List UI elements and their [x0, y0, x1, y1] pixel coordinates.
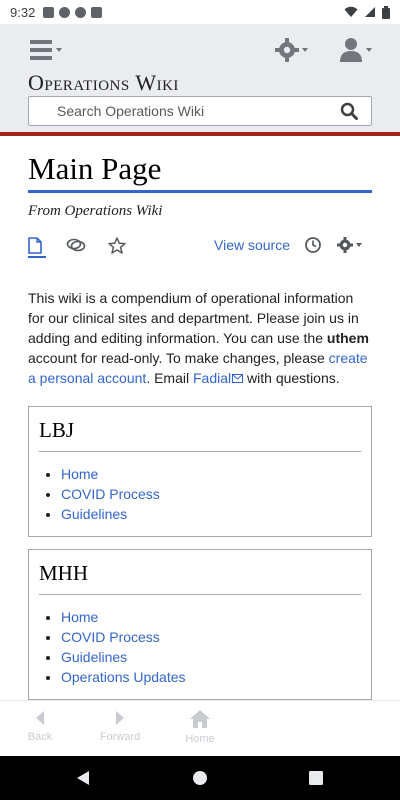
signal-icon: [365, 7, 375, 17]
notification-c-icon: [75, 6, 87, 18]
status-right-icons: [344, 5, 390, 19]
app-header: Operations Wiki: [0, 24, 400, 132]
header-tools: [28, 36, 372, 64]
email-link-label: Fadial: [193, 370, 232, 386]
mhh-operations-updates-link[interactable]: Operations Updates: [61, 669, 186, 685]
sd-card-icon: [91, 6, 103, 18]
list-item: Guidelines: [61, 647, 361, 667]
system-nav-bar: [0, 756, 400, 800]
list-item: Guidelines: [61, 504, 361, 524]
list-item: Operations Updates: [61, 667, 361, 687]
email-fadial-link[interactable]: Fadial: [193, 370, 244, 386]
mhh-covid-process-link[interactable]: COVID Process: [61, 629, 160, 645]
list-item: Home: [61, 464, 361, 484]
settings-icon[interactable]: [274, 36, 310, 64]
home-icon: [190, 710, 210, 728]
search-icon: [340, 102, 358, 120]
wifi-icon: [344, 6, 358, 17]
browser-toolbar: Back Forward Home: [0, 700, 400, 756]
system-back-icon[interactable]: [74, 768, 94, 788]
mhh-home-link[interactable]: Home: [61, 609, 98, 625]
gear-icon: [337, 237, 362, 253]
home-label: Home: [185, 733, 215, 745]
site-link-list: Home COVID Process Guidelines: [39, 464, 361, 524]
envelope-icon: [232, 374, 244, 383]
system-home-icon[interactable]: [190, 768, 210, 788]
site-box-title: LBJ: [39, 417, 361, 452]
notification-a-icon: [43, 6, 55, 18]
page-content: Main Page From Operations Wiki View sour…: [28, 152, 372, 700]
page-subtitle: From Operations Wiki: [28, 203, 163, 219]
history-button[interactable]: [304, 234, 322, 256]
lbj-guidelines-link[interactable]: Guidelines: [61, 506, 127, 522]
lbj-covid-process-link[interactable]: COVID Process: [61, 486, 160, 502]
talk-icon: [66, 238, 86, 252]
site-box-title: MHH: [39, 560, 361, 595]
forward-arrow-icon: [116, 711, 124, 725]
status-bar: 9:32: [0, 0, 400, 24]
search-input[interactable]: [29, 97, 327, 125]
home-button[interactable]: Home: [170, 709, 230, 745]
star-icon: [108, 236, 126, 254]
site-box-lbj: LBJ Home COVID Process Guidelines: [28, 406, 372, 537]
header-accent-rule: [0, 132, 400, 136]
search-button[interactable]: [327, 97, 371, 125]
page-tab[interactable]: [28, 234, 46, 258]
page-actions: View source: [28, 234, 372, 262]
forward-button[interactable]: Forward: [90, 709, 150, 743]
wiki-logo-title[interactable]: Operations Wiki: [28, 70, 179, 96]
site-box-mhh: MHH Home COVID Process Guidelines Operat…: [28, 549, 372, 700]
lbj-home-link[interactable]: Home: [61, 466, 98, 482]
clock-icon: [305, 237, 321, 253]
page-title: Main Page: [28, 152, 372, 193]
list-item: Home: [61, 607, 361, 627]
page-icon: [28, 236, 42, 254]
back-label: Back: [27, 731, 53, 743]
intro-text: account for read-only. To make changes, …: [28, 350, 329, 366]
read-only-username: uthem: [326, 330, 369, 346]
search-box[interactable]: [28, 96, 372, 126]
intro-paragraph: This wiki is a compendium of operational…: [28, 288, 372, 388]
back-button[interactable]: Back: [10, 709, 70, 743]
view-source-link[interactable]: View source: [214, 234, 290, 256]
battery-icon: [382, 5, 390, 19]
intro-text: This wiki is a compendium of operational…: [28, 290, 359, 346]
forward-label: Forward: [99, 731, 141, 743]
notification-b-icon: [59, 6, 71, 18]
site-link-list: Home COVID Process Guidelines Operations…: [39, 607, 361, 687]
list-item: COVID Process: [61, 627, 361, 647]
list-item: COVID Process: [61, 484, 361, 504]
intro-text: with questions.: [243, 370, 340, 386]
status-time: 9:32: [10, 4, 36, 20]
system-recents-icon[interactable]: [306, 768, 326, 788]
talk-button[interactable]: [66, 234, 86, 256]
mhh-guidelines-link[interactable]: Guidelines: [61, 649, 127, 665]
main-menu-icon[interactable]: [28, 36, 64, 64]
intro-text: . Email: [146, 370, 193, 386]
page-settings-button[interactable]: [336, 234, 364, 256]
back-arrow-icon: [36, 711, 44, 725]
watch-star-button[interactable]: [108, 234, 126, 256]
user-menu-icon[interactable]: [338, 36, 374, 64]
